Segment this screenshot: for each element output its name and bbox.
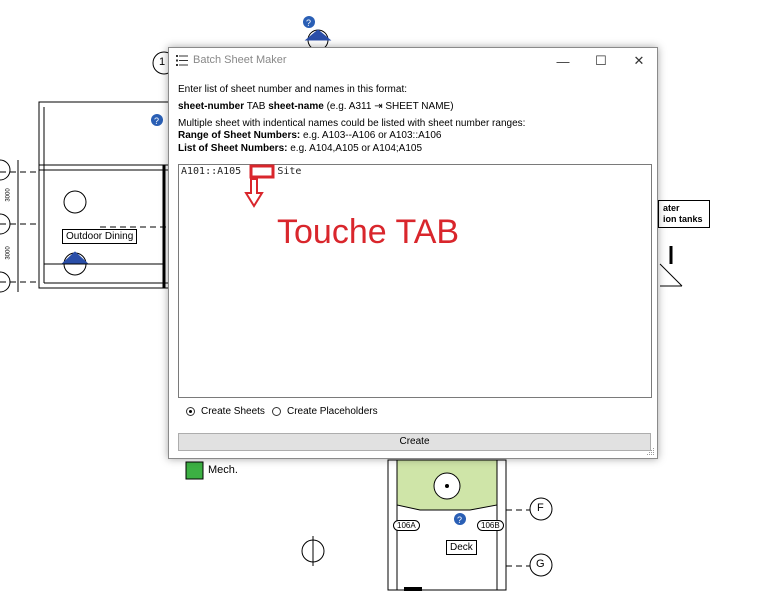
down-arrow-icon [244,178,264,208]
tab-highlight-box [249,164,275,179]
tab-annotation-marker [244,164,275,208]
touche-tab-annotation: Touche TAB [277,213,460,251]
